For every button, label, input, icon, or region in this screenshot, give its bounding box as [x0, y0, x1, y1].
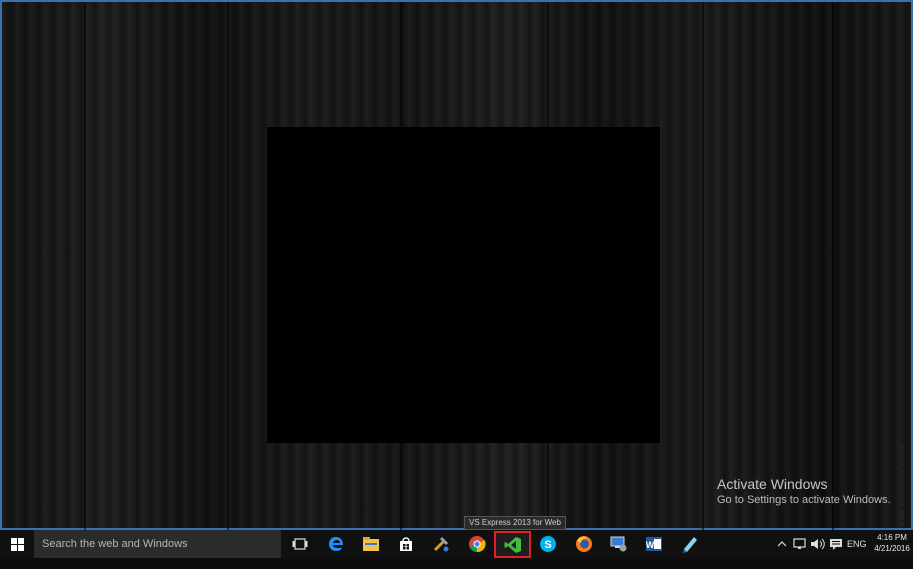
- search-placeholder: Search the web and Windows: [42, 538, 188, 550]
- wallpaper-watermark: WWW.XKOKOFUS.MACHA: [900, 443, 906, 527]
- blank-app-window[interactable]: [267, 127, 660, 443]
- chrome-icon[interactable]: [462, 532, 492, 556]
- notepad-icon[interactable]: [675, 532, 705, 556]
- language-indicator[interactable]: ENG: [847, 530, 867, 558]
- svg-text:W: W: [646, 540, 655, 550]
- remote-desktop-icon[interactable]: [604, 532, 634, 556]
- taskbar-tooltip: VS Express 2013 for Web: [464, 516, 566, 530]
- file-explorer-icon[interactable]: [356, 532, 386, 556]
- visual-studio-icon[interactable]: [494, 531, 531, 558]
- activate-windows-watermark: Activate Windows Go to Settings to activ…: [717, 476, 891, 506]
- action-center-icon[interactable]: [829, 530, 843, 558]
- activate-title: Activate Windows: [717, 476, 828, 492]
- svg-text:S: S: [544, 539, 551, 551]
- wood-seam: [832, 2, 834, 532]
- windows-logo-icon: [10, 537, 24, 551]
- firefox-icon[interactable]: [569, 532, 599, 556]
- wood-seam: [84, 2, 86, 532]
- search-box[interactable]: Search the web and Windows: [34, 530, 281, 558]
- edge-icon[interactable]: [321, 532, 351, 556]
- task-view-icon[interactable]: [285, 532, 315, 556]
- network-icon[interactable]: [793, 530, 807, 558]
- start-button[interactable]: [0, 530, 34, 558]
- activate-subtitle: Go to Settings to activate Windows.: [717, 494, 891, 506]
- clock-date: 4/21/2016: [874, 544, 910, 553]
- tools-icon[interactable]: [426, 532, 456, 556]
- clock-time: 4:16 PM: [877, 533, 907, 542]
- desktop: Activate Windows Go to Settings to activ…: [0, 0, 913, 532]
- taskbar: Search the web and Windows S W ENG 4:16 …: [0, 530, 913, 558]
- skype-icon[interactable]: S: [533, 532, 563, 556]
- store-icon[interactable]: [391, 532, 421, 556]
- word-icon[interactable]: W: [639, 532, 669, 556]
- show-hidden-icons-chevron-up-icon[interactable]: [777, 530, 787, 558]
- wood-seam: [227, 2, 229, 532]
- clock[interactable]: 4:16 PM 4/21/2016: [872, 532, 912, 554]
- wood-seam: [702, 2, 704, 532]
- volume-icon[interactable]: [810, 530, 826, 558]
